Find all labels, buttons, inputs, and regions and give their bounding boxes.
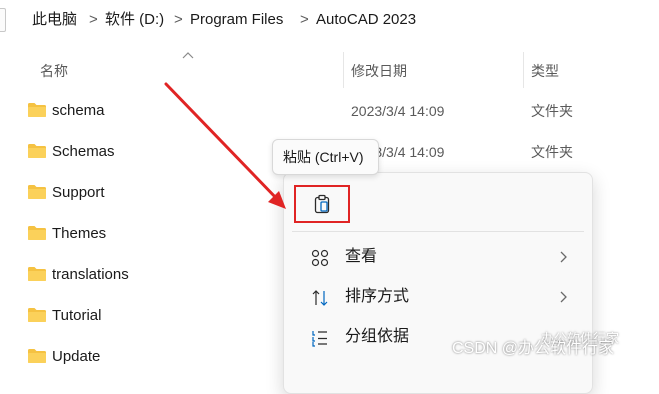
column-header-row: 名称 修改日期 类型 — [0, 50, 659, 90]
folder-icon — [28, 267, 46, 281]
breadcrumb: 此电脑 > 软件 (D:) > Program Files > AutoCAD … — [0, 0, 659, 40]
sort-icon — [312, 290, 328, 306]
file-name: Tutorial — [52, 307, 102, 324]
file-name: schema — [52, 102, 105, 119]
file-name: Support — [52, 184, 105, 201]
address-bar-edge — [0, 8, 6, 32]
paste-icon — [314, 194, 330, 214]
folder-icon — [28, 349, 46, 363]
breadcrumb-item-drive-d[interactable]: 软件 (D:) — [105, 10, 164, 30]
column-header-modified[interactable]: 修改日期 — [351, 62, 407, 80]
menu-item-label: 分组依据 — [345, 328, 410, 345]
file-type: 文件夹 — [531, 103, 573, 119]
context-menu: 查看 排序方式 分组依据 — [283, 172, 593, 394]
file-name: translations — [52, 266, 129, 283]
folder-icon — [28, 226, 46, 240]
menu-item-view[interactable]: 查看 — [292, 239, 584, 275]
file-modified: 2023/3/4 14:09 — [351, 103, 445, 119]
column-header-type[interactable]: 类型 — [531, 62, 559, 80]
chevron-right-icon — [560, 291, 567, 303]
view-grid-icon — [311, 249, 329, 267]
breadcrumb-separator[interactable]: > — [300, 10, 309, 30]
folder-icon — [28, 103, 46, 117]
file-name: Update — [52, 348, 101, 365]
breadcrumb-item-autocad-2023[interactable]: AutoCAD 2023 — [316, 10, 416, 30]
breadcrumb-separator[interactable]: > — [174, 10, 183, 30]
chevron-right-icon — [560, 251, 567, 263]
column-header-name[interactable]: 名称 — [40, 62, 68, 80]
paste-tooltip: 粘贴 (Ctrl+V) — [272, 139, 379, 175]
paste-button[interactable] — [294, 185, 350, 223]
menu-item-sort-by[interactable]: 排序方式 — [292, 279, 584, 315]
watermark: CSDN @办公软件行家 — [452, 340, 615, 357]
group-list-icon — [312, 331, 327, 347]
breadcrumb-item-this-pc[interactable]: 此电脑 — [32, 10, 77, 30]
menu-item-label: 查看 — [345, 248, 378, 265]
file-type: 文件夹 — [531, 144, 573, 160]
menu-separator — [292, 231, 584, 232]
breadcrumb-item-program-files[interactable]: Program Files — [190, 10, 283, 30]
column-divider[interactable] — [523, 52, 524, 88]
file-name: Schemas — [52, 143, 115, 160]
column-divider[interactable] — [343, 52, 344, 88]
file-name: Themes — [52, 225, 107, 242]
breadcrumb-separator[interactable]: > — [89, 10, 98, 30]
file-row[interactable]: schema 2023/3/4 14:09 文件夹 — [0, 90, 659, 131]
folder-icon — [28, 185, 46, 199]
menu-item-label: 排序方式 — [345, 288, 410, 305]
folder-icon — [28, 308, 46, 322]
folder-icon — [28, 144, 46, 158]
